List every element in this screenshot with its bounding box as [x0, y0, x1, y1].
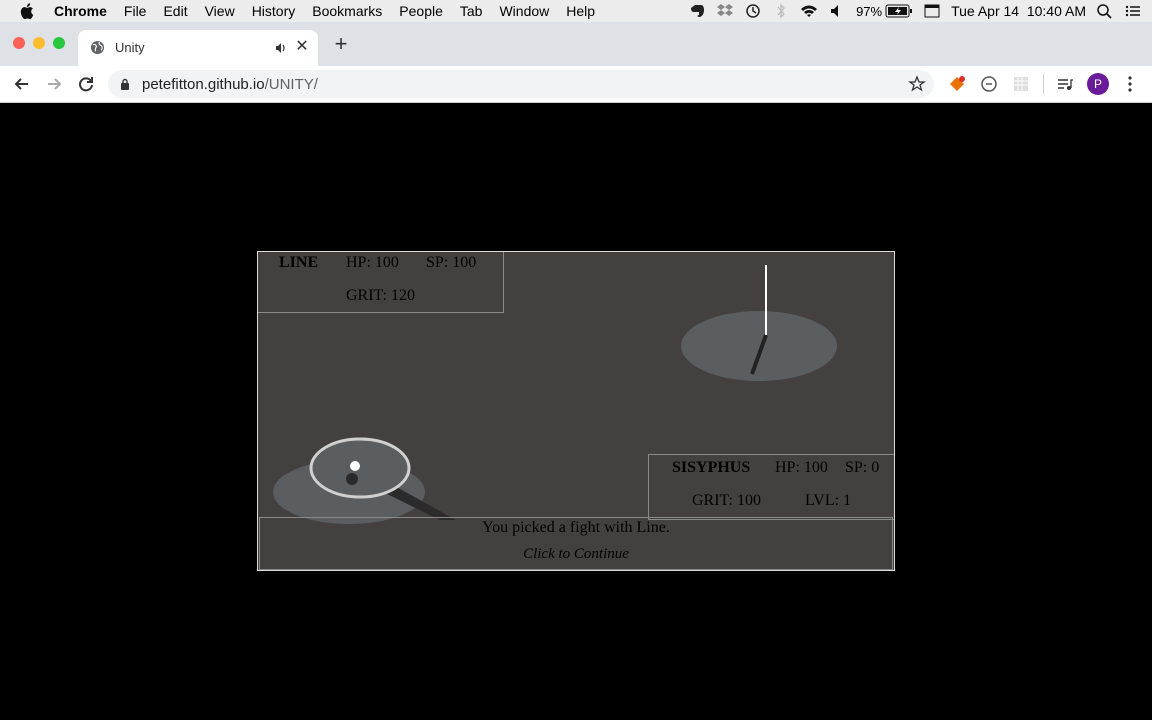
continue-prompt[interactable]: Click to Continue — [260, 546, 892, 563]
clock[interactable]: Tue Apr 14 10:40 AM — [951, 3, 1086, 19]
url-text[interactable]: petefitton.github.io/UNITY/ — [142, 76, 318, 93]
enemy-sp: SP: 100 — [426, 254, 477, 271]
player-name: SISYPHUS — [672, 459, 751, 476]
battery-percent: 97% — [856, 3, 883, 19]
enemy-platform — [681, 311, 837, 381]
apple-icon[interactable] — [20, 3, 34, 19]
dropbox-icon[interactable] — [716, 3, 734, 19]
more-menu-icon[interactable] — [1124, 74, 1136, 94]
wifi-icon[interactable] — [800, 3, 818, 19]
window-close-button[interactable] — [13, 37, 25, 49]
media-queue-icon[interactable] — [1056, 75, 1074, 93]
globe-icon — [90, 40, 105, 55]
forward-arrow-icon[interactable] — [44, 74, 64, 94]
browser-toolbar: petefitton.github.io/UNITY/ P — [0, 66, 1152, 103]
enemy-name: LINE — [279, 254, 319, 271]
menu-edit[interactable]: Edit — [163, 3, 187, 19]
url-path: /UNITY/ — [264, 76, 318, 93]
menu-file[interactable]: File — [124, 3, 147, 19]
menu-history[interactable]: History — [252, 3, 296, 19]
macos-menu-bar: Chrome File Edit View History Bookmarks … — [0, 0, 1152, 22]
tab-audio-icon[interactable] — [274, 41, 288, 55]
volume-icon[interactable] — [828, 3, 846, 19]
toolbar-divider — [1043, 74, 1044, 94]
menu-bookmarks[interactable]: Bookmarks — [312, 3, 382, 19]
enemy-hp: HP: 100 — [346, 254, 399, 271]
tab-title: Unity — [115, 40, 145, 55]
dialogue-message: You picked a fight with Line. — [482, 519, 670, 536]
browser-tab-strip: Unity ✕ + — [0, 22, 1152, 66]
bluetooth-icon[interactable] — [772, 3, 790, 19]
address-bar[interactable]: petefitton.github.io/UNITY/ — [108, 70, 934, 98]
enemy-stats-panel: LINE HP: 100 SP: 100 GRIT: 120 — [258, 252, 504, 313]
player-hp: HP: 100 — [775, 459, 828, 476]
menu-help[interactable]: Help — [566, 3, 595, 19]
battery-icon[interactable] — [885, 4, 913, 18]
menu-people[interactable]: People — [399, 3, 443, 19]
notification-center-icon[interactable] — [1124, 3, 1142, 19]
player-grit: GRIT: 100 — [692, 492, 761, 509]
window-zoom-button[interactable] — [53, 37, 65, 49]
menu-view[interactable]: View — [205, 3, 235, 19]
dialogue-box[interactable]: You picked a fight with Line. Click to C… — [259, 517, 893, 570]
new-tab-button[interactable]: + — [330, 32, 352, 56]
menu-tab[interactable]: Tab — [460, 3, 483, 19]
extension-circle-icon[interactable] — [980, 75, 998, 93]
browser-tab-unity[interactable]: Unity ✕ — [78, 30, 318, 66]
tab-close-icon[interactable]: ✕ — [294, 38, 310, 56]
enemy-grit: GRIT: 120 — [346, 287, 415, 304]
evernote-icon[interactable] — [688, 3, 706, 19]
player-level: LVL: 1 — [805, 492, 852, 509]
menu-window[interactable]: Window — [499, 3, 549, 19]
calendar-icon[interactable] — [923, 3, 941, 19]
player-stats-panel: SISYPHUS HP: 100 SP: 0 GRIT: 100 LVL: 1 — [648, 454, 894, 520]
extension-grid-icon[interactable] — [1012, 75, 1030, 93]
bookmark-star-icon[interactable] — [908, 75, 926, 93]
window-minimize-button[interactable] — [33, 37, 45, 49]
game-canvas[interactable]: LINE HP: 100 SP: 100 GRIT: 120 SISYPHUS … — [257, 251, 895, 571]
extension-puzzle-icon[interactable] — [948, 75, 966, 93]
time-machine-icon[interactable] — [744, 3, 762, 19]
profile-avatar[interactable]: P — [1087, 73, 1109, 95]
menu-app-chrome[interactable]: Chrome — [54, 3, 107, 19]
page-content: LINE HP: 100 SP: 100 GRIT: 120 SISYPHUS … — [0, 103, 1152, 720]
reload-icon[interactable] — [76, 74, 96, 94]
spotlight-icon[interactable] — [1096, 3, 1114, 19]
player-sprite-lens — [309, 437, 411, 499]
player-eye-white — [350, 461, 360, 471]
lock-icon[interactable] — [120, 78, 130, 90]
back-arrow-icon[interactable] — [12, 74, 32, 94]
player-eye-dark — [346, 473, 358, 485]
url-host: petefitton.github.io — [142, 76, 265, 93]
player-sp: SP: 0 — [845, 459, 880, 476]
